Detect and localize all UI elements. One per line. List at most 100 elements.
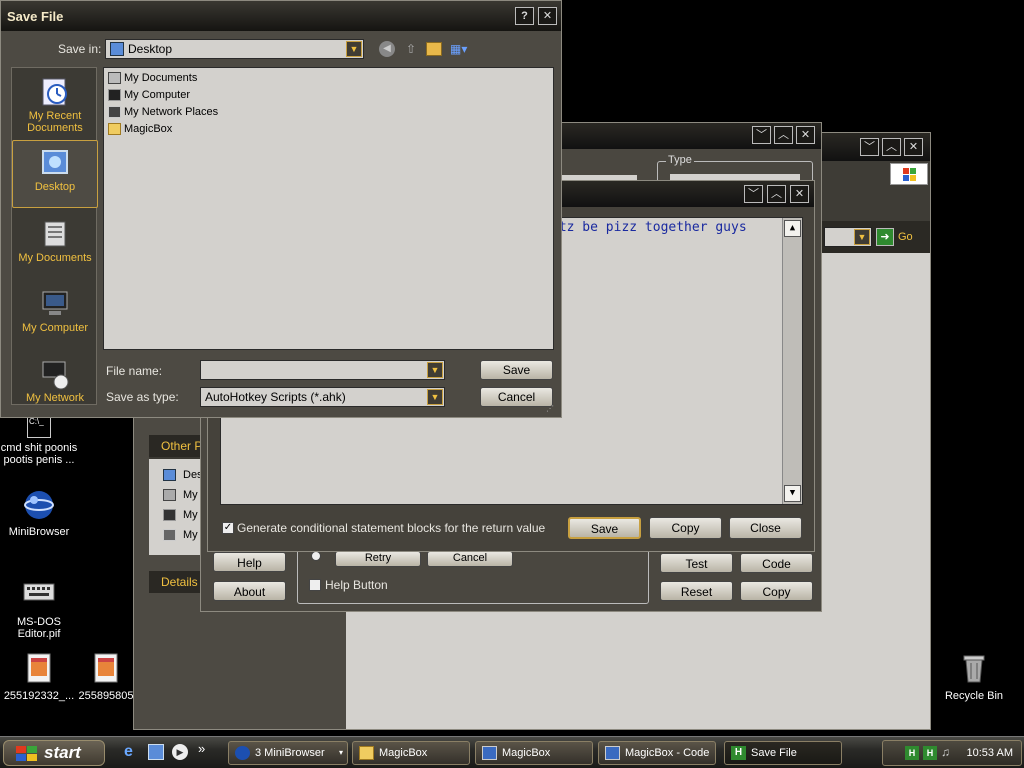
my-computer-icon (39, 288, 71, 320)
desktop-icon-minibrowser[interactable]: MiniBrowser (0, 488, 78, 538)
help-button[interactable]: ? (515, 7, 534, 25)
save-in-dropdown[interactable]: Desktop ▼ (105, 39, 364, 59)
desktop-icon-msdos-editor[interactable]: MS-DOS Editor.pif (0, 578, 78, 640)
code-text: etz be pizz together guys (551, 220, 747, 235)
close-button[interactable]: ✕ (538, 7, 557, 25)
maximize-button[interactable]: ︿ (767, 185, 786, 203)
ahk-tray-icon[interactable]: H (923, 746, 937, 760)
code-save-button[interactable]: Save (568, 517, 641, 539)
test-button[interactable]: Test (660, 553, 733, 573)
image-file-icon (89, 652, 123, 686)
desktop-icon-label: MS-DOS Editor.pif (17, 616, 61, 640)
minimize-button[interactable]: ﹀ (860, 138, 879, 156)
views-menu-icon[interactable]: ▦▾ (450, 41, 472, 57)
save-as-type-dropdown[interactable]: AutoHotkey Scripts (*.ahk) ▼ (200, 387, 445, 407)
code-close-button[interactable]: Close (729, 517, 802, 539)
other-place-item[interactable]: Des (163, 469, 203, 481)
help-button-checkbox-label: Help Button (325, 578, 388, 592)
save-titlebar[interactable]: Save File ? ✕ (1, 1, 561, 31)
save-button[interactable]: Save (480, 360, 553, 380)
minimize-button[interactable]: ﹀ (752, 126, 771, 144)
minimize-button[interactable]: ﹀ (744, 185, 763, 203)
places-bar: My Recent Documents Desktop My Documents… (11, 67, 98, 405)
save-file-dialog[interactable]: Save File ? ✕ Save in: Desktop ▼ ◀ ⇧ ▦▾ … (0, 0, 562, 418)
place-my-computer[interactable]: My Computer (12, 282, 98, 350)
desktop-shortcut-icon[interactable] (148, 744, 164, 760)
taskbar-button-save-file[interactable]: H Save File (724, 741, 842, 765)
recycle-bin-icon (957, 652, 991, 686)
cancel-button[interactable]: Cancel (480, 387, 553, 407)
place-my-network[interactable]: My Network (12, 352, 98, 420)
other-place-item[interactable]: My (163, 529, 198, 541)
go-button[interactable]: ➜ Go (876, 227, 926, 247)
volume-icon[interactable]: ♫ (941, 745, 955, 761)
maximize-button[interactable]: ︿ (774, 126, 793, 144)
about-button[interactable]: About (213, 581, 286, 601)
save-as-type-label: Save as type: (106, 390, 179, 404)
file-item-my-documents[interactable]: My Documents (108, 70, 197, 86)
desktop-icon-recycle-bin[interactable]: Recycle Bin (935, 652, 1013, 702)
taskbar-button-magicbox-code[interactable]: MagicBox - Code (598, 741, 716, 765)
other-place-item[interactable]: My (163, 489, 198, 501)
taskbar-button-label: MagicBox (379, 747, 428, 759)
place-recent-documents[interactable]: My Recent Documents (12, 70, 98, 138)
file-list[interactable]: My Documents My Computer My Network Plac… (103, 67, 554, 350)
code-copy-button[interactable]: Copy (649, 517, 722, 539)
folder-icon (108, 123, 121, 135)
file-item-label: My Documents (124, 72, 198, 84)
file-item-magicbox[interactable]: MagicBox (108, 121, 172, 137)
desktop-icon-cmd[interactable]: C:\_ cmd shit poonis pootis penis ... (0, 414, 78, 466)
code-scrollbar[interactable]: ▲ ▼ (782, 218, 802, 504)
file-item-label: MagicBox (124, 123, 173, 135)
retry-button[interactable]: Retry (335, 551, 421, 567)
start-button[interactable]: start (3, 740, 105, 766)
taskbar-button-minibrowser[interactable]: 3 MiniBrowser ▾ (228, 741, 348, 765)
taskbar-button-magicbox-folder[interactable]: MagicBox (352, 741, 470, 765)
scroll-down-arrow-icon[interactable]: ▼ (784, 485, 801, 502)
help-button-checkbox[interactable] (309, 579, 321, 591)
taskbar-button-label: MagicBox - Code (625, 747, 710, 759)
other-place-item[interactable]: My (163, 509, 198, 521)
new-folder-icon[interactable] (426, 42, 442, 56)
generate-conditional-checkbox[interactable]: ✓ (222, 522, 234, 534)
place-label: My Computer (21, 322, 89, 334)
other-place-label: My (183, 529, 198, 541)
resize-grip-icon[interactable]: ⋰ (546, 405, 558, 415)
go-arrow-icon: ➜ (876, 228, 894, 246)
retry-radio[interactable] (311, 551, 321, 561)
windows-flag-icon (16, 746, 38, 762)
place-desktop[interactable]: Desktop (12, 140, 98, 208)
taskbar-button-label: MagicBox (502, 747, 551, 759)
address-dropdown[interactable]: ▼ (824, 227, 872, 247)
copy-button[interactable]: Copy (740, 581, 813, 601)
back-arrow-icon[interactable]: ◀ (379, 41, 395, 57)
scroll-up-arrow-icon[interactable]: ▲ (784, 220, 801, 237)
up-folder-icon[interactable]: ⇧ (403, 41, 419, 57)
chevron-down-icon: ▼ (854, 229, 870, 245)
quick-launch: e ▶ » (114, 741, 218, 765)
internet-explorer-icon[interactable]: e (124, 743, 142, 761)
maximize-button[interactable]: ︿ (882, 138, 901, 156)
close-button[interactable]: ✕ (796, 126, 815, 144)
desktop-icon-label: cmd shit poonis pootis penis ... (0, 442, 78, 466)
quick-launch-more-icon[interactable]: » (198, 741, 205, 756)
code-button[interactable]: Code (740, 553, 813, 573)
cancel-option-button[interactable]: Cancel (427, 551, 513, 567)
taskbar-button-magicbox[interactable]: MagicBox (475, 741, 593, 765)
ahk-icon: H (731, 746, 746, 760)
ahk-tray-icon[interactable]: H (905, 746, 919, 760)
media-player-icon[interactable]: ▶ (172, 744, 188, 760)
place-my-documents[interactable]: My Documents (12, 212, 98, 280)
desktop-icon-file-2[interactable]: 255895805 (78, 652, 134, 702)
close-button[interactable]: ✕ (904, 138, 923, 156)
file-item-label: My Network Places (124, 106, 219, 118)
reset-button[interactable]: Reset (660, 581, 733, 601)
file-item-my-network-places[interactable]: My Network Places (108, 104, 218, 120)
close-button[interactable]: ✕ (790, 185, 809, 203)
chevron-down-icon: ▼ (427, 389, 443, 405)
help-button[interactable]: Help (213, 552, 286, 572)
file-name-input[interactable]: ▼ (200, 360, 445, 380)
file-item-my-computer[interactable]: My Computer (108, 87, 190, 103)
desktop-icon-file-1[interactable]: 255192332_... (0, 652, 78, 702)
desktop-icon (39, 147, 71, 179)
